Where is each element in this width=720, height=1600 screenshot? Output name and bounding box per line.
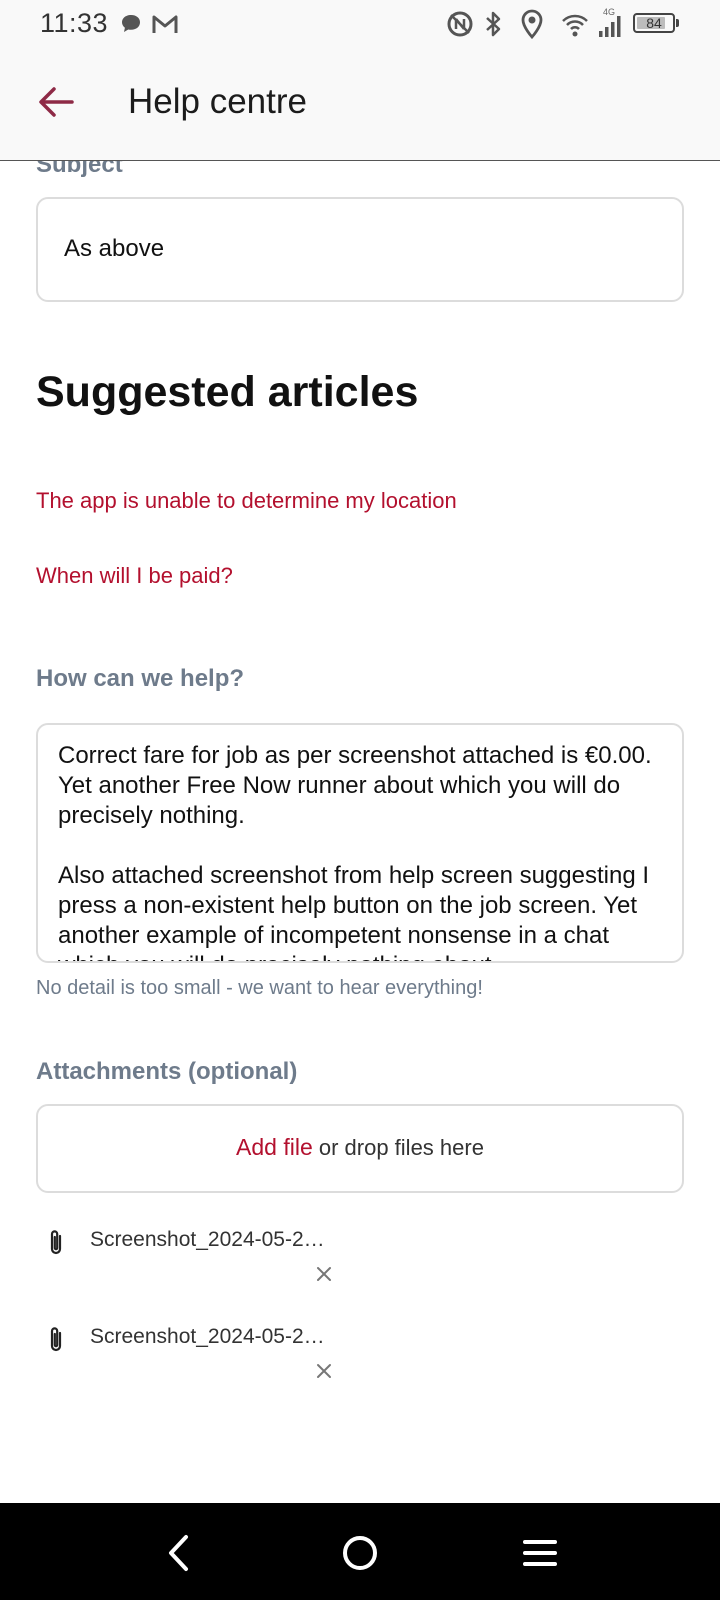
attachment-name: Screenshot_2024-05-2… — [90, 1325, 325, 1348]
chat-icon — [122, 15, 140, 32]
nav-home-icon[interactable] — [338, 1531, 382, 1575]
status-bar: 11:33 4G 84 — [0, 0, 720, 52]
wifi-icon — [562, 14, 588, 37]
paperclip-icon — [50, 1327, 62, 1352]
nfc-icon — [447, 11, 473, 37]
subject-label: Subject — [36, 161, 123, 178]
system-nav-bar — [0, 1503, 720, 1600]
location-icon — [521, 9, 543, 39]
signal-icon — [599, 16, 621, 37]
article-link-payment[interactable]: When will I be paid? — [36, 563, 233, 589]
battery-tip — [676, 19, 679, 27]
battery-icon: 84 — [633, 13, 675, 33]
remove-attachment-icon[interactable] — [312, 1262, 336, 1286]
attachment-item: Screenshot_2024-05-2… — [36, 1319, 436, 1399]
status-time: 11:33 — [40, 8, 109, 38]
subject-input[interactable]: As above — [36, 197, 684, 302]
remove-attachment-icon[interactable] — [312, 1359, 336, 1383]
nav-menu-icon[interactable] — [518, 1531, 562, 1575]
help-form[interactable]: Subject As above Suggested articles The … — [0, 161, 720, 1503]
gmail-icon — [152, 15, 178, 33]
attachment-name: Screenshot_2024-05-2… — [90, 1228, 325, 1251]
drop-files-text: or drop files here — [312, 1135, 484, 1160]
nav-back-icon[interactable] — [158, 1531, 202, 1575]
help-description-label: How can we help? — [36, 665, 245, 692]
app-bar: Help centre — [0, 52, 720, 161]
suggested-articles-heading: Suggested articles — [36, 368, 419, 416]
dropzone-text: Add file or drop files here — [38, 1134, 682, 1161]
page-title: Help centre — [128, 82, 307, 121]
battery-percent: 84 — [646, 15, 662, 31]
subject-value[interactable]: As above — [64, 235, 164, 263]
article-link-location[interactable]: The app is unable to determine my locati… — [36, 488, 457, 514]
file-dropzone[interactable]: Add file or drop files here — [36, 1104, 684, 1193]
attachments-label: Attachments (optional) — [36, 1058, 298, 1085]
attachment-item: Screenshot_2024-05-2… — [36, 1222, 436, 1302]
bluetooth-icon — [486, 11, 501, 37]
help-description-textarea[interactable]: Correct fare for job as per screenshot a… — [36, 723, 684, 963]
paperclip-icon — [50, 1230, 62, 1255]
help-description-hint: No detail is too small - we want to hear… — [36, 977, 483, 999]
add-file-link[interactable]: Add file — [236, 1134, 313, 1160]
help-description-text[interactable]: Correct fare for job as per screenshot a… — [58, 741, 666, 961]
back-arrow-icon[interactable] — [36, 82, 76, 122]
